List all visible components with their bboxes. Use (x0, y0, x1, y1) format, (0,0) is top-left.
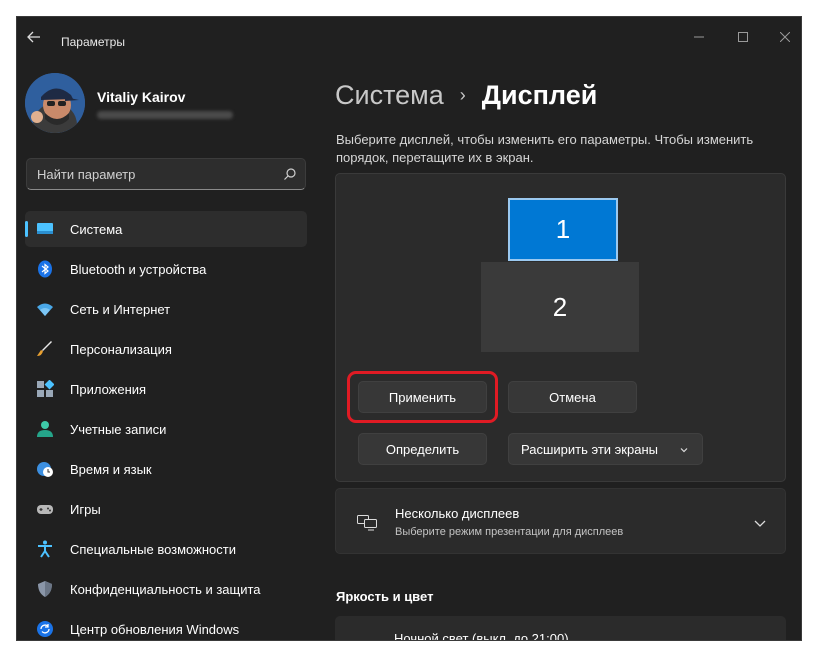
search-box[interactable] (26, 158, 306, 190)
multiple-displays-icon (357, 515, 377, 531)
section-title-brightness: Яркость и цвет (336, 589, 434, 604)
globe-clock-icon (37, 462, 53, 477)
search-input[interactable] (37, 159, 267, 189)
sidebar-item-label: Конфиденциальность и защита (70, 582, 261, 597)
sidebar-item-label: Система (70, 222, 123, 237)
identify-button[interactable]: Определить (358, 433, 487, 465)
maximize-icon (738, 32, 748, 42)
sidebar-item-gaming[interactable]: Игры (25, 491, 307, 527)
minimize-button[interactable] (679, 23, 719, 51)
accessibility-icon (38, 540, 52, 558)
breadcrumb-separator: › (459, 84, 466, 105)
sidebar-item-network[interactable]: Сеть и Интернет (25, 291, 307, 327)
search-icon[interactable] (283, 167, 297, 181)
user-avatar-icon (25, 73, 85, 133)
shield-icon (38, 581, 52, 597)
wifi-icon (37, 303, 53, 316)
monitor-1[interactable]: 1 (508, 198, 618, 261)
display-mode-value: Расширить эти экраны (521, 441, 658, 457)
gamepad-icon (37, 505, 53, 514)
sidebar-item-privacy[interactable]: Конфиденциальность и защита (25, 571, 307, 607)
sidebar-item-bluetooth[interactable]: Bluetooth и устройства (25, 251, 307, 287)
multiple-displays-row[interactable]: Несколько дисплеев Выберите режим презен… (335, 488, 786, 554)
sidebar-item-time-language[interactable]: Время и язык (25, 451, 307, 487)
breadcrumb-parent[interactable]: Система (335, 80, 444, 111)
breadcrumb: Система › Дисплей (335, 75, 597, 115)
maximize-button[interactable] (723, 23, 763, 51)
close-icon (780, 32, 790, 42)
sidebar-item-system[interactable]: Система (25, 211, 307, 247)
sidebar-item-label: Учетные записи (70, 422, 167, 437)
brush-icon (37, 341, 52, 356)
app-title: Параметры (61, 35, 125, 49)
chevron-down-icon (680, 448, 688, 453)
user-email-redacted (97, 109, 233, 121)
sidebar-item-personalization[interactable]: Персонализация (25, 331, 307, 367)
sidebar-item-label: Сеть и Интернет (70, 302, 171, 317)
monitor-number: 1 (555, 214, 571, 244)
user-name: Vitaliy Kairov (97, 89, 186, 105)
sidebar-item-label: Персонализация (70, 342, 172, 357)
chevron-down-icon[interactable] (753, 516, 767, 530)
sidebar-item-label: Специальные возможности (70, 542, 236, 557)
sidebar-item-accessibility[interactable]: Специальные возможности (25, 531, 307, 567)
back-button[interactable] (23, 29, 45, 51)
night-light-row[interactable]: Ночной свет (выкл. до 21:00) (335, 616, 786, 641)
apply-button[interactable]: Применить (358, 381, 487, 413)
sidebar-item-label: Bluetooth и устройства (70, 262, 207, 277)
sidebar-item-windows-update[interactable]: Центр обновления Windows (25, 611, 307, 640)
settings-window: Параметры Vitaliy Kairov Найти параметр … (16, 16, 802, 641)
minimize-icon (694, 36, 704, 38)
sidebar-item-accounts[interactable]: Учетные записи (25, 411, 307, 447)
monitor-2[interactable]: 2 (481, 262, 639, 352)
update-icon (37, 621, 53, 637)
avatar[interactable] (25, 73, 85, 133)
close-button[interactable] (765, 23, 801, 51)
account-icon (37, 421, 53, 437)
page-title: Дисплей (481, 79, 598, 110)
cancel-button[interactable]: Отмена (508, 381, 637, 413)
bluetooth-icon (38, 260, 52, 278)
display-icon (37, 223, 53, 234)
display-arrangement-panel: 1 2 Применить Отмена Определить Расширит… (335, 173, 786, 482)
sidebar-item-label: Игры (70, 502, 101, 517)
night-light-label: Ночной свет (выкл. до 21:00) (394, 631, 569, 641)
multiple-displays-subtitle: Выберите режим презентации для дисплеев (395, 526, 624, 538)
sidebar-item-label: Приложения (70, 382, 147, 397)
multiple-displays-title: Несколько дисплеев (395, 506, 520, 521)
sidebar-nav: Система Bluetooth и устройства Сеть и Ин… (25, 211, 307, 640)
display-mode-dropdown[interactable]: Расширить эти экраны (508, 433, 703, 465)
sidebar-item-label: Время и язык (70, 462, 152, 477)
sidebar-item-apps[interactable]: Приложения (25, 371, 307, 407)
sidebar-item-label: Центр обновления Windows (70, 622, 240, 637)
monitor-number: 2 (552, 291, 568, 322)
arrow-left-icon (27, 31, 40, 43)
title-bar: Параметры (17, 17, 801, 65)
apps-icon (37, 380, 54, 397)
display-arrangement-description: Выберите дисплей, чтобы изменить его пар… (336, 132, 754, 165)
